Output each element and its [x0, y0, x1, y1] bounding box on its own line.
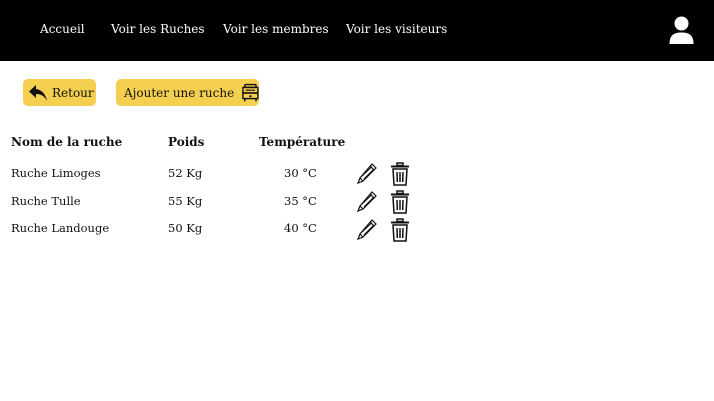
row-3-temperature: 40 °C [284, 221, 317, 235]
beehive-icon [242, 83, 259, 101]
trash-icon[interactable] [389, 190, 411, 214]
reply-arrow-icon [29, 84, 47, 101]
row-2-temperature: 35 °C [284, 194, 317, 208]
nav-voir-ruches[interactable]: Voir les Ruches [111, 22, 205, 36]
add-hive-button-label: Ajouter une ruche [124, 85, 235, 100]
nav-voir-visiteurs[interactable]: Voir les visiteurs [346, 22, 447, 36]
back-button-label: Retour [52, 85, 94, 100]
row-3-weight: 50 Kg [168, 221, 203, 235]
row-2-name: Ruche Tulle [11, 194, 81, 208]
row-1-name: Ruche Limoges [11, 166, 101, 180]
add-hive-button[interactable]: Ajouter une ruche [116, 79, 259, 106]
nav-voir-membres[interactable]: Voir les membres [223, 22, 329, 36]
row-2-weight: 55 Kg [168, 194, 203, 208]
header-nom: Nom de la ruche [11, 135, 123, 149]
user-icon[interactable] [669, 16, 694, 45]
row-3-name: Ruche Landouge [11, 221, 110, 235]
top-navbar: Accueil Voir les Ruches Voir les membres… [0, 0, 714, 61]
header-temperature: Température [259, 135, 346, 149]
back-button[interactable]: Retour [23, 79, 96, 106]
pencil-icon[interactable] [356, 190, 378, 214]
nav-accueil[interactable]: Accueil [40, 22, 85, 36]
row-1-temperature: 30 °C [284, 166, 317, 180]
header-poids: Poids [168, 135, 205, 149]
pencil-icon[interactable] [356, 218, 378, 242]
trash-icon[interactable] [389, 162, 411, 186]
pencil-icon[interactable] [356, 162, 378, 186]
trash-icon[interactable] [389, 218, 411, 242]
row-1-weight: 52 Kg [168, 166, 203, 180]
